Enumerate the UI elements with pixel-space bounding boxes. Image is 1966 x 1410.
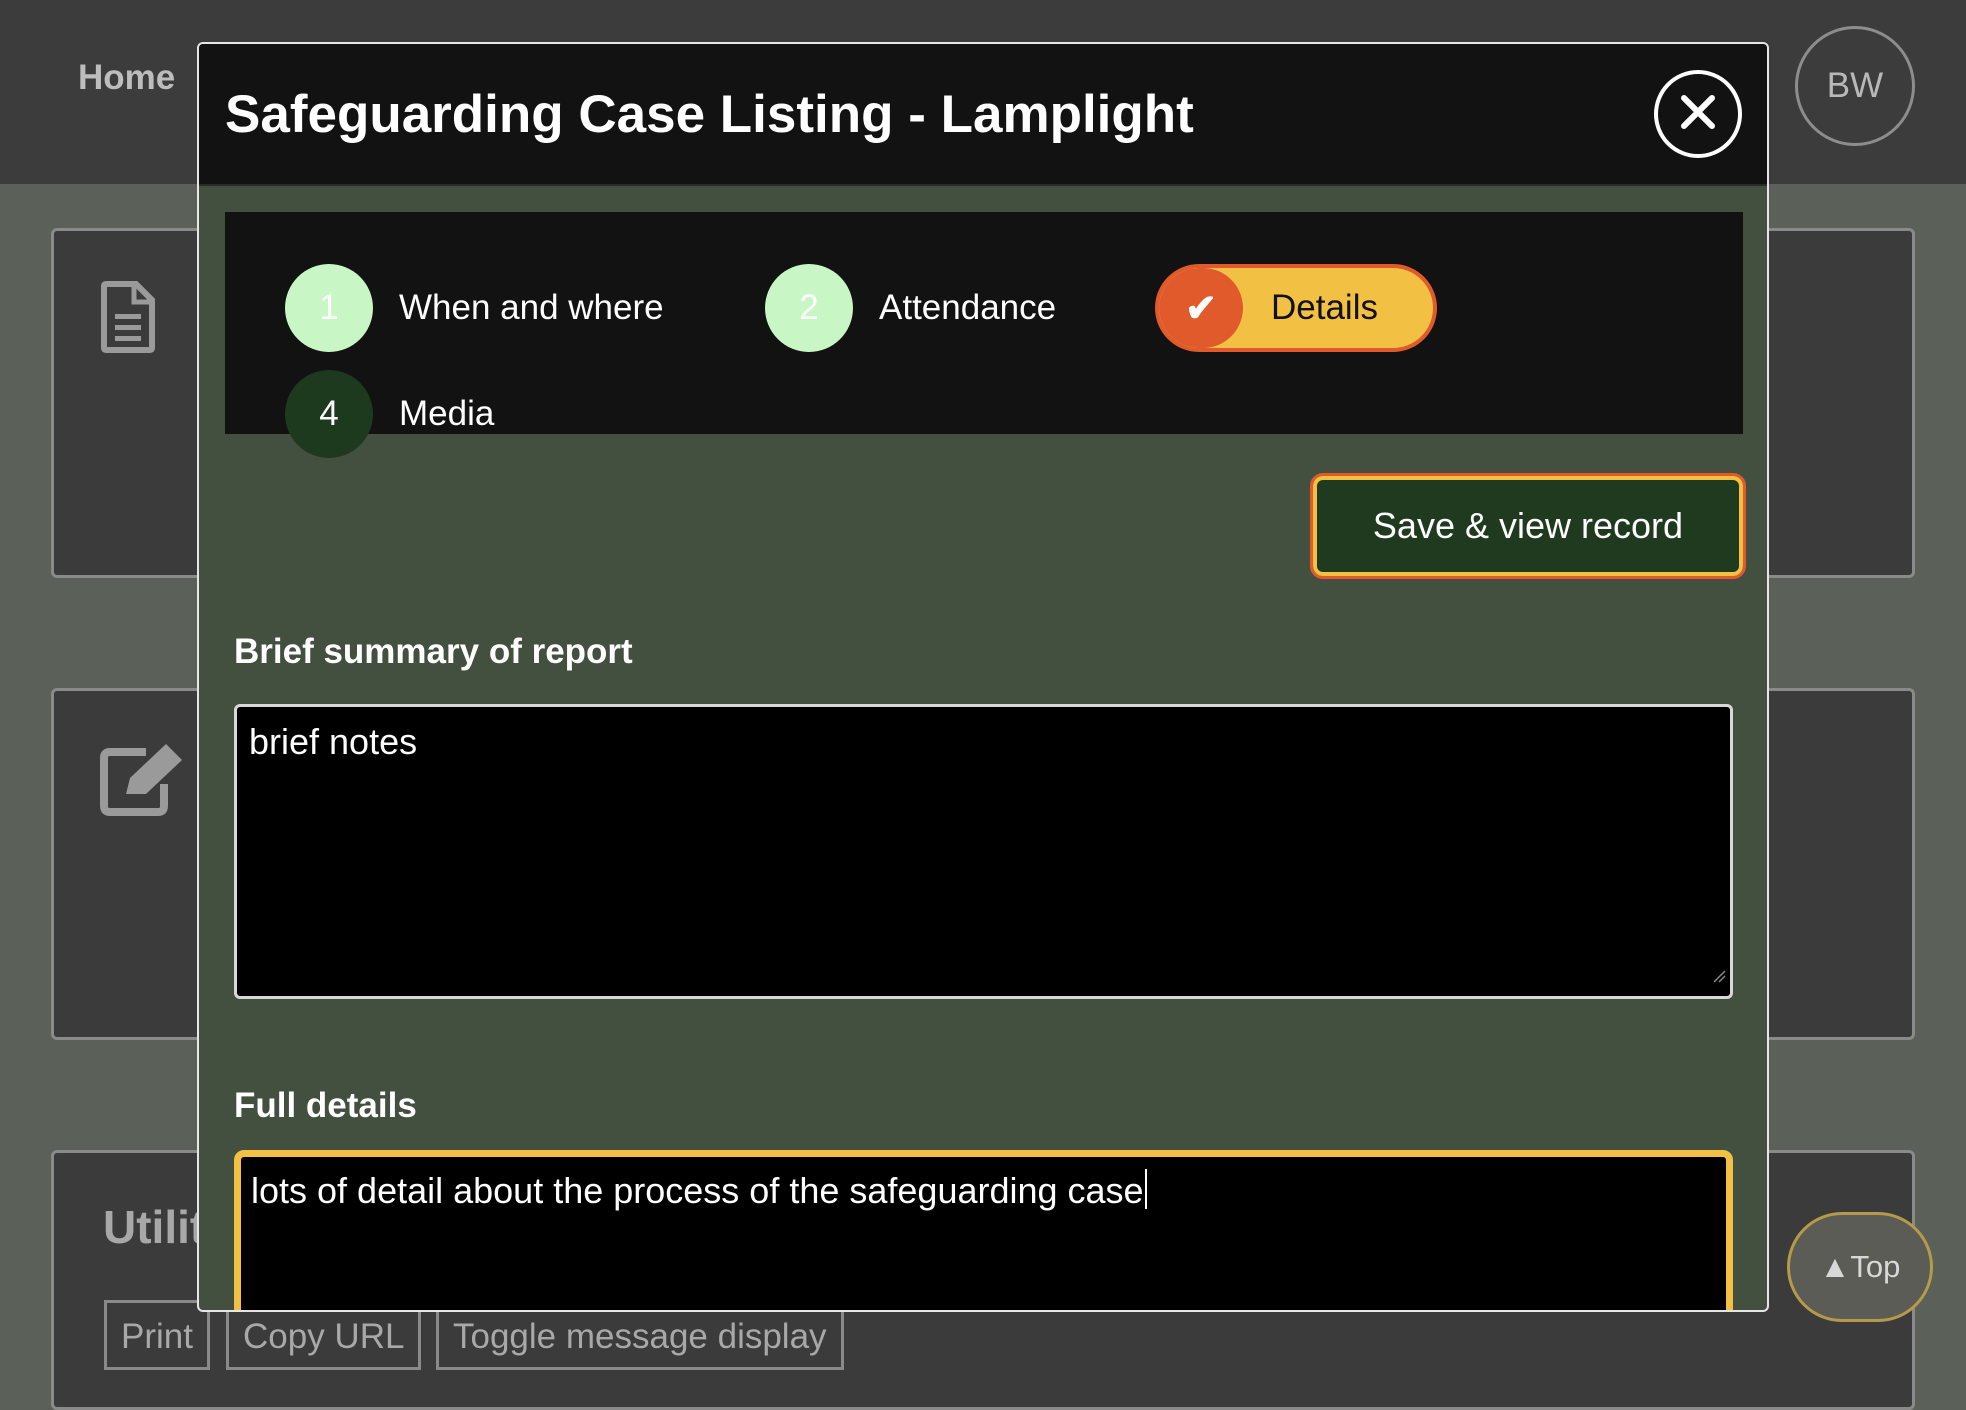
step-label: Media [399, 394, 495, 433]
step-attendance[interactable]: 2 Attendance [765, 264, 1056, 352]
print-button[interactable]: Print [104, 1300, 210, 1370]
modal-dialog: Safeguarding Case Listing - Lamplight 1 … [197, 42, 1769, 1312]
summary-label: Brief summary of report [234, 632, 633, 671]
modal-header: Safeguarding Case Listing - Lamplight [199, 44, 1767, 186]
step-details-active[interactable]: ✔ Details [1155, 264, 1437, 352]
document-icon [100, 280, 156, 359]
full-details-textarea[interactable]: lots of detail about the process of the … [234, 1150, 1733, 1310]
edit-icon [100, 742, 186, 821]
full-details-label: Full details [234, 1086, 417, 1125]
resize-handle-icon[interactable] [1708, 1297, 1722, 1310]
checkmark-icon: ✔ [1159, 268, 1243, 348]
text-cursor [1144, 1169, 1147, 1209]
utilities-heading: Utilit [103, 1201, 206, 1253]
step-media[interactable]: 4 Media [285, 370, 494, 458]
back-to-top-button[interactable]: ▲Top [1787, 1212, 1933, 1322]
step-label: When and where [399, 288, 664, 327]
step-number: 4 [285, 370, 373, 458]
user-avatar[interactable]: BW [1795, 26, 1915, 146]
step-label: Attendance [879, 288, 1057, 327]
step-label: Details [1271, 288, 1378, 327]
save-and-view-record-button[interactable]: Save & view record [1310, 473, 1746, 579]
modal-title: Safeguarding Case Listing - Lamplight [225, 85, 1194, 144]
summary-text: brief notes [249, 721, 418, 762]
step-progress: 1 When and where 2 Attendance ✔ Details … [225, 212, 1743, 458]
step-number: 2 [765, 264, 853, 352]
step-when-and-where[interactable]: 1 When and where [285, 264, 664, 352]
resize-handle-icon[interactable] [1712, 950, 1726, 992]
summary-textarea[interactable]: brief notes [234, 704, 1733, 999]
close-button[interactable] [1654, 70, 1742, 158]
full-details-text: lots of detail about the process of the … [251, 1170, 1144, 1211]
home-link[interactable]: Home [78, 58, 175, 98]
step-number: 1 [285, 264, 373, 352]
close-icon [1678, 92, 1718, 137]
